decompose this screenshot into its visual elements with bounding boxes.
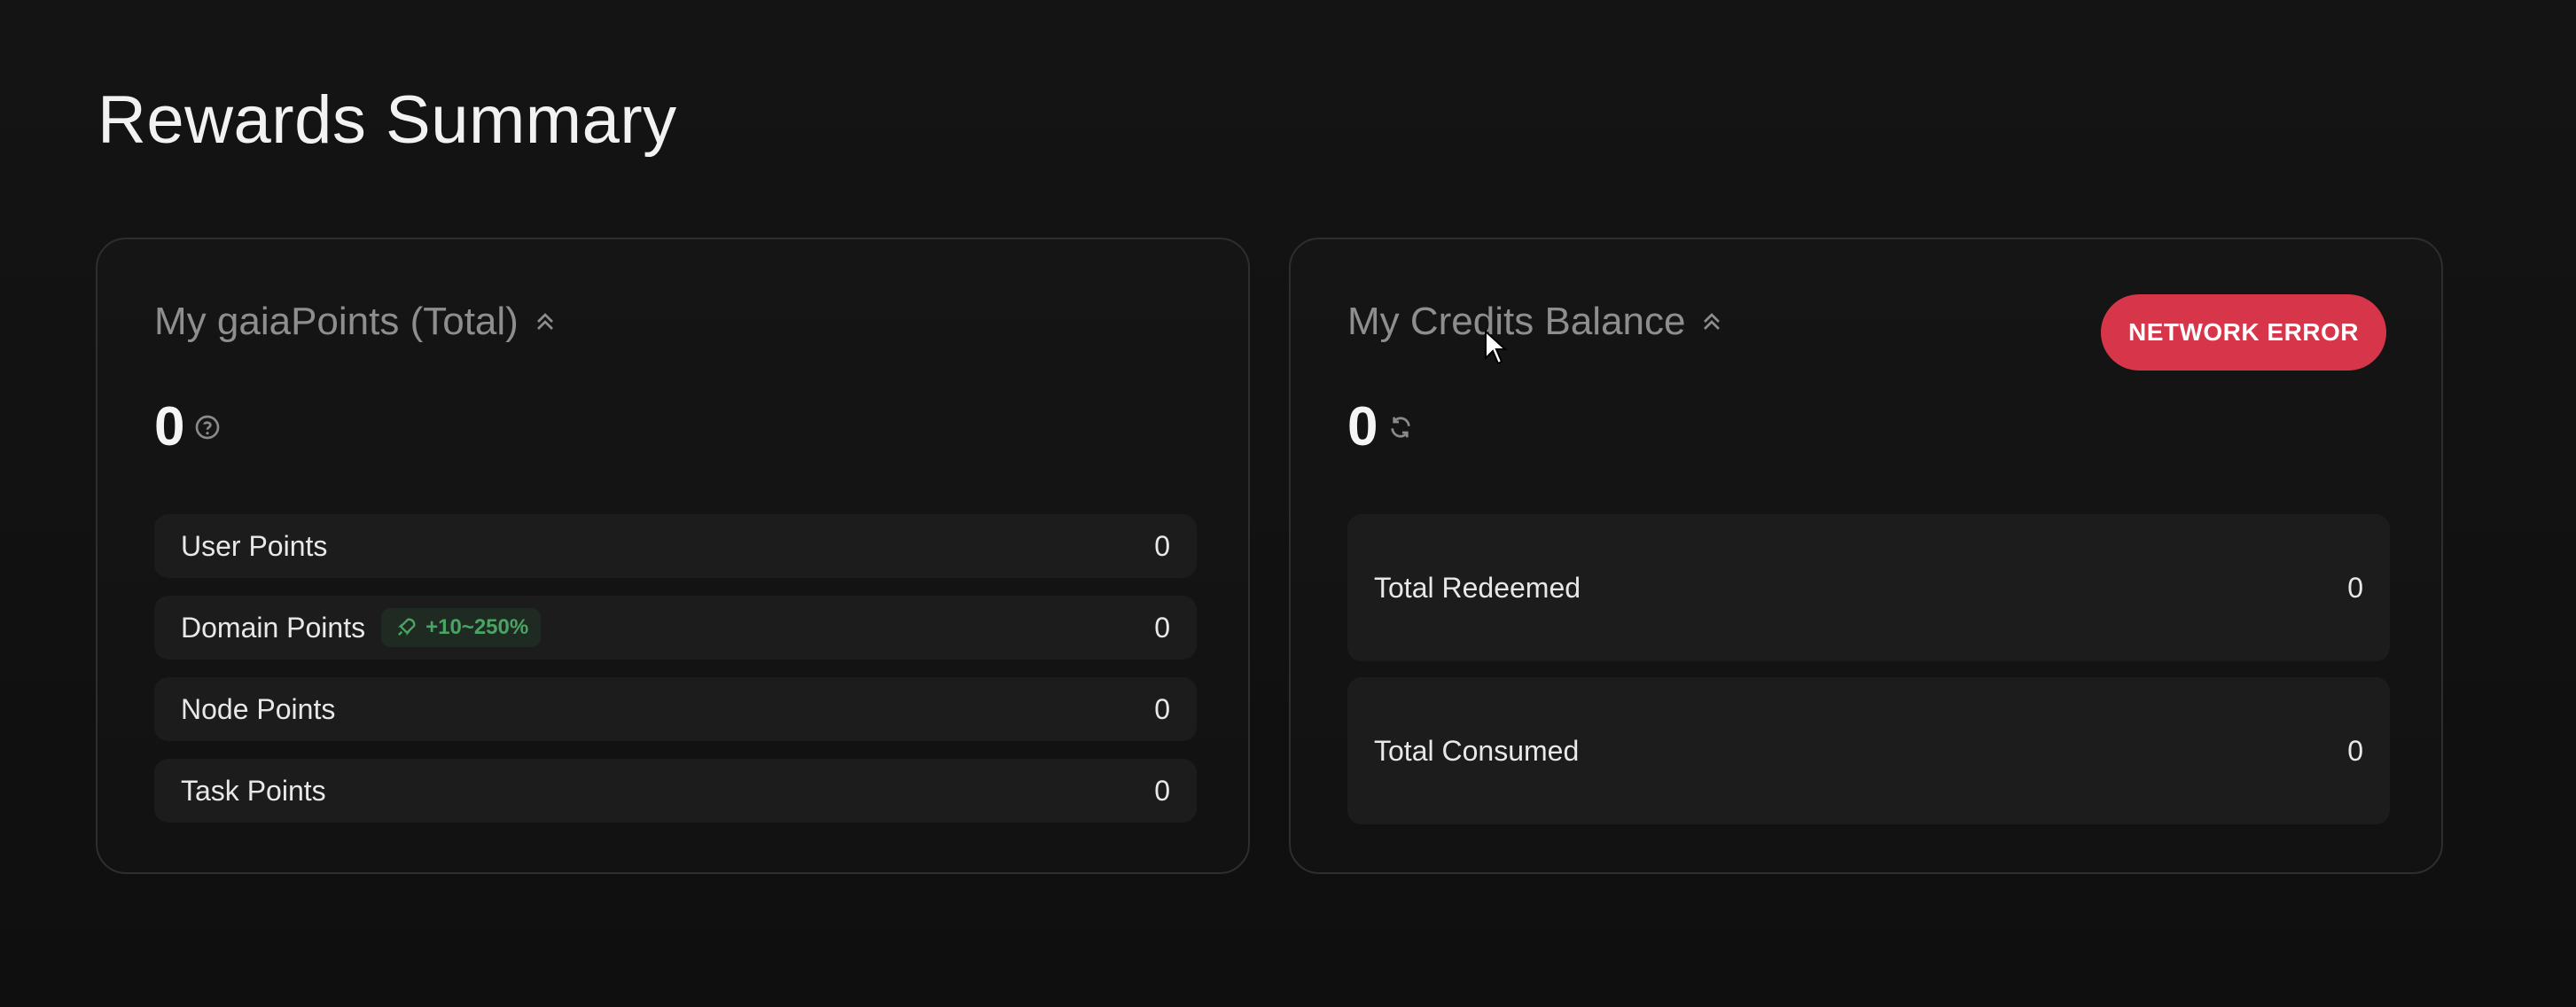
list-item-user-points: User Points 0 [154,514,1197,578]
gaia-points-total-value: 0 [154,396,185,457]
node-points-label: Node Points [181,692,336,725]
task-points-value: 0 [1154,774,1170,807]
domain-points-label-wrap: Domain Points +10~250% [181,608,542,647]
mouse-cursor-icon [1485,330,1508,365]
page-title: Rewards Summary [98,82,677,158]
question-circle-icon[interactable] [193,413,222,441]
credits-balance-title: My Credits Balance [1347,300,1686,343]
gaia-points-title: My gaiaPoints (Total) [154,300,519,343]
list-item-total-redeemed: Total Redeemed 0 [1347,514,2390,661]
double-chevron-up-icon[interactable] [1698,308,1726,336]
total-redeemed-label: Total Redeemed [1374,571,1581,604]
user-points-label: User Points [181,529,328,562]
credits-breakdown-list: Total Redeemed 0 Total Consumed 0 [1347,514,2390,840]
credits-total-value: 0 [1347,396,1378,457]
user-points-value: 0 [1154,529,1170,562]
points-breakdown-list: User Points 0 Domain Points +10~250% 0 N… [154,514,1197,840]
credits-balance-header[interactable]: My Credits Balance [1347,300,1726,344]
domain-points-boost-badge: +10~250% [381,608,542,647]
double-chevron-up-icon[interactable] [531,308,559,336]
gaia-points-total: 0 [154,395,222,458]
list-item-node-points: Node Points 0 [154,677,1197,741]
credits-total: 0 [1347,395,1415,458]
node-points-value: 0 [1154,692,1170,725]
list-item-task-points: Task Points 0 [154,759,1197,823]
total-redeemed-value: 0 [2347,571,2363,604]
gaia-points-header[interactable]: My gaiaPoints (Total) [154,300,559,344]
rewards-summary-page: Rewards Summary My gaiaPoints (Total) 0 … [0,0,2576,1007]
credits-balance-card: My Credits Balance NETWORK ERROR 0 Total… [1289,238,2443,874]
refresh-icon[interactable] [1386,413,1415,441]
boost-text: +10~250% [425,615,529,639]
list-item-total-consumed: Total Consumed 0 [1347,677,2390,824]
list-item-domain-points: Domain Points +10~250% 0 [154,596,1197,660]
total-consumed-value: 0 [2347,734,2363,767]
gaia-points-card: My gaiaPoints (Total) 0 User Points 0 Do… [96,238,1250,874]
rocket-icon [397,618,416,636]
total-consumed-label: Total Consumed [1374,734,1580,767]
domain-points-label: Domain Points [181,611,366,644]
network-error-badge[interactable]: NETWORK ERROR [2101,294,2386,371]
domain-points-value: 0 [1154,611,1170,644]
task-points-label: Task Points [181,774,326,807]
